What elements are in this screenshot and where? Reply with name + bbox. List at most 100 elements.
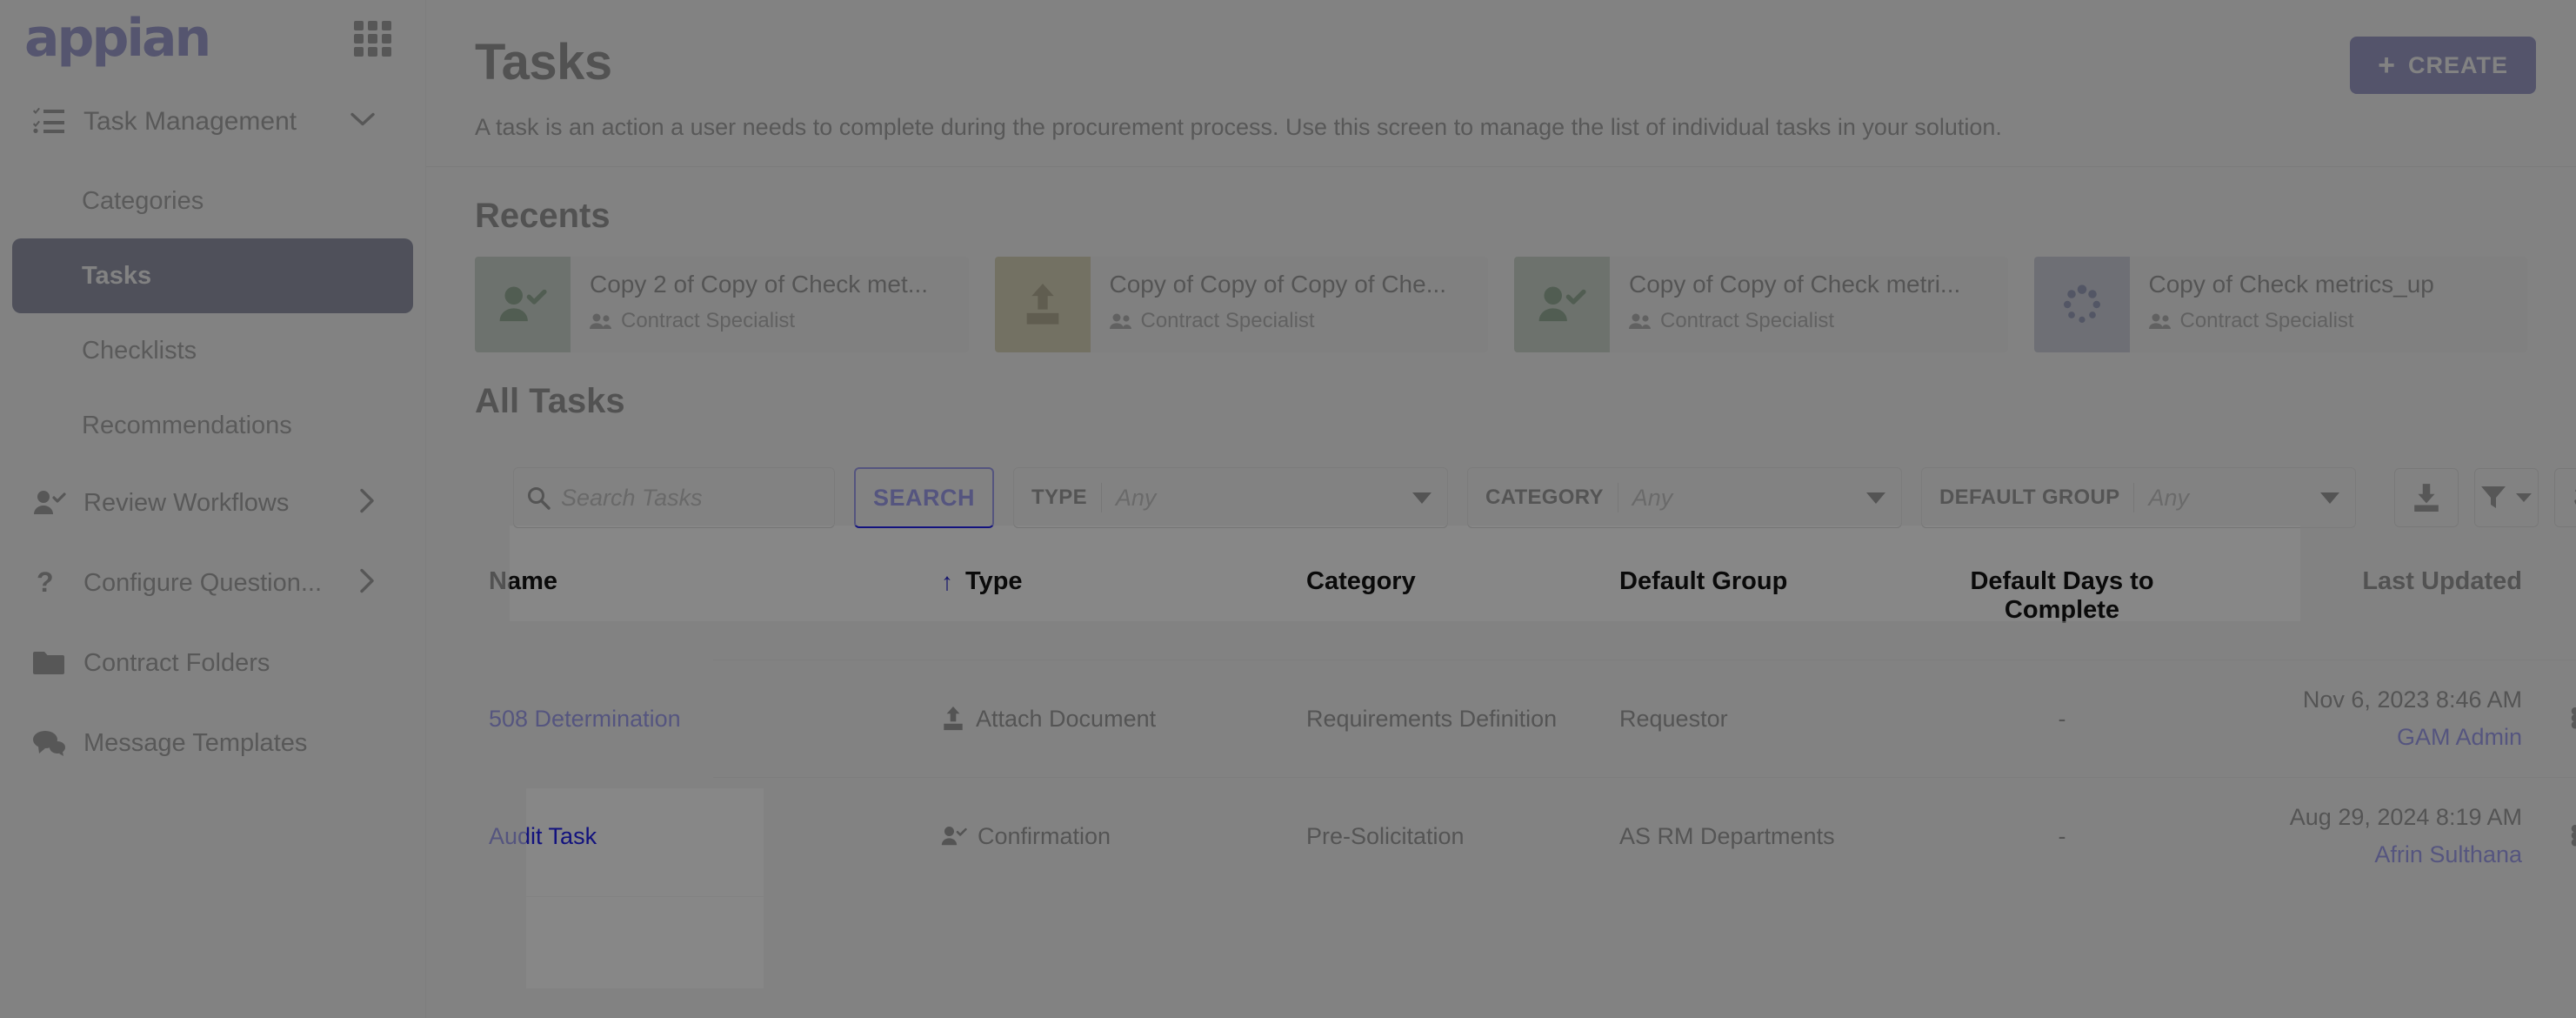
- sidebar-item-configure-questions[interactable]: ? Configure Question...: [0, 543, 425, 623]
- column-header-default-days[interactable]: Default Days to Complete: [1919, 548, 2206, 660]
- loading-spinner-icon: [2063, 285, 2100, 323]
- tasks-table: Name ↑ Type Category Default Group Defau…: [461, 548, 2576, 894]
- recent-card[interactable]: Copy of Copy of Copy of Che... Contract …: [994, 257, 1488, 352]
- recent-card-thumbnail: [994, 257, 1091, 352]
- grid-apps-icon[interactable]: [354, 21, 392, 57]
- question-mark-icon: ?: [33, 568, 73, 598]
- sidebar-item-tasks[interactable]: Tasks: [12, 238, 413, 313]
- cell-name[interactable]: Audit Task: [461, 777, 927, 894]
- svg-text:?: ?: [37, 568, 54, 598]
- recent-card-thumbnail: [2033, 257, 2130, 352]
- column-label: Last Updated: [2362, 567, 2522, 595]
- task-name-link[interactable]: 508 Determination: [489, 706, 681, 732]
- cell-last-updated: Nov 6, 2023 8:46 AM GAM Admin: [2206, 660, 2536, 778]
- search-button[interactable]: SEARCH: [854, 467, 995, 528]
- task-name-link[interactable]: Audit Task: [489, 823, 597, 849]
- column-header-category[interactable]: Category: [1292, 548, 1605, 660]
- sidebar-item-categories[interactable]: Categories: [12, 164, 413, 238]
- chevron-down-icon: [2320, 492, 2340, 504]
- chevron-down-icon: [1866, 492, 1886, 504]
- column-header-name[interactable]: Name: [475, 548, 927, 660]
- recent-card-meta: Contract Specialist: [1660, 309, 1835, 332]
- recent-card-name: Copy of Check metrics_up: [2148, 271, 2434, 298]
- group-icon: [590, 313, 611, 329]
- recent-card[interactable]: Copy 2 of Copy of Check met... Contract …: [475, 257, 969, 352]
- upload-document-icon: [944, 707, 963, 731]
- appian-logo: appian: [24, 8, 211, 69]
- sidebar-item-recommendations[interactable]: Recommendations: [12, 388, 413, 463]
- column-header-actions: [2536, 548, 2576, 660]
- user-check-icon: [33, 490, 73, 516]
- filter-button[interactable]: [2474, 468, 2539, 527]
- sidebar-item-review-workflows[interactable]: Review Workflows: [0, 463, 425, 543]
- default-group-filter-label: DEFAULT GROUP: [1939, 486, 2120, 509]
- type-filter-dropdown[interactable]: TYPE Any: [1013, 467, 1449, 528]
- last-updated-date: Nov 6, 2023 8:46 AM: [2302, 686, 2522, 713]
- column-label: Name: [489, 567, 557, 595]
- sidebar-item-label: Configure Question...: [83, 568, 323, 597]
- chevron-down-icon: [1412, 492, 1432, 504]
- cell-name[interactable]: 508 Determination: [461, 660, 927, 778]
- recent-card-meta: Contract Specialist: [621, 309, 796, 332]
- filter-icon: [2481, 486, 2506, 508]
- header-divider: [426, 166, 2576, 167]
- type-filter-label: TYPE: [1031, 486, 1087, 509]
- column-header-default-group[interactable]: Default Group: [1605, 548, 1919, 660]
- sidebar-group-task-management[interactable]: Task Management: [0, 80, 425, 164]
- chevron-right-icon[interactable]: [359, 488, 375, 518]
- upload-document-icon: [1026, 284, 1058, 325]
- category-filter-label: CATEGORY: [1485, 486, 1604, 509]
- export-download-button[interactable]: [2394, 468, 2459, 527]
- chevron-right-icon[interactable]: [359, 568, 375, 598]
- kebab-menu-icon[interactable]: •••: [2550, 699, 2576, 739]
- sidebar-item-label: Message Templates: [83, 728, 308, 757]
- sidebar-item-label: Recommendations: [82, 411, 292, 439]
- sidebar-item-checklists[interactable]: Checklists: [12, 313, 413, 388]
- column-header-last-updated[interactable]: Last Updated: [2206, 548, 2536, 660]
- sidebar-item-label: Review Workflows: [83, 488, 290, 517]
- search-input[interactable]: Search Tasks: [513, 467, 835, 528]
- column-label: Category: [1306, 567, 1416, 595]
- cell-default-days: -: [1919, 660, 2206, 778]
- search-icon: [528, 487, 551, 510]
- recent-card-meta: Contract Specialist: [1140, 309, 1315, 332]
- cell-actions[interactable]: •••: [2536, 777, 2576, 894]
- type-filter-value: Any: [1115, 484, 1157, 511]
- recents-list: Copy 2 of Copy of Check met... Contract …: [426, 236, 2576, 352]
- sidebar-item-label: Contract Folders: [83, 648, 270, 677]
- last-updated-date: Aug 29, 2024 8:19 AM: [2289, 804, 2522, 830]
- column-label: Default Days to Complete: [1970, 567, 2154, 624]
- recent-card-thumbnail: [475, 257, 571, 352]
- sidebar-item-label: Checklists: [82, 336, 197, 365]
- last-updated-user[interactable]: Afrin Sulthana: [2219, 841, 2522, 868]
- tasks-table-container: Search Tasks SEARCH TYPE Any CATEGORY An…: [426, 451, 2576, 894]
- default-group-filter-dropdown[interactable]: DEFAULT GROUP Any: [1921, 467, 2357, 528]
- chevron-down-icon[interactable]: [350, 112, 375, 132]
- cell-actions[interactable]: •••: [2536, 660, 2576, 778]
- cell-default-days: -: [1919, 777, 2206, 894]
- table-header: Name ↑ Type Category Default Group Defau…: [475, 548, 2576, 660]
- category-filter-value: Any: [1632, 484, 1673, 511]
- sort-ascending-icon: ↑: [941, 567, 953, 595]
- category-filter-dropdown[interactable]: CATEGORY Any: [1467, 467, 1903, 528]
- last-updated-user[interactable]: GAM Admin: [2219, 724, 2522, 751]
- cell-category: Requirements Definition: [1292, 660, 1605, 778]
- column-header-type[interactable]: ↑ Type: [927, 548, 1292, 660]
- refresh-button[interactable]: [2554, 468, 2576, 527]
- sidebar-item-message-templates[interactable]: Message Templates: [0, 703, 425, 783]
- plus-icon: +: [2378, 49, 2396, 82]
- main-content: Tasks A task is an action a user needs t…: [426, 0, 2576, 1018]
- create-button-label: CREATE: [2407, 51, 2508, 78]
- recent-card-name: Copy 2 of Copy of Check met...: [590, 271, 929, 298]
- refresh-icon: [2574, 489, 2576, 506]
- all-tasks-title: All Tasks: [475, 382, 625, 420]
- table-row: 508 Determination Attach Document Requir…: [461, 660, 2576, 778]
- cell-default-group: Requestor: [1605, 660, 1919, 778]
- create-button[interactable]: + CREATE: [2350, 37, 2536, 94]
- recent-card[interactable]: Copy of Copy of Check metri... Contract …: [1514, 257, 2008, 352]
- kebab-menu-icon[interactable]: •••: [2550, 816, 2576, 856]
- chat-bubbles-icon: [33, 730, 73, 756]
- recent-card[interactable]: Copy of Check metrics_up Contract Specia…: [2033, 257, 2527, 352]
- table-toolbar: [2394, 468, 2576, 527]
- sidebar-item-contract-folders[interactable]: Contract Folders: [0, 623, 425, 703]
